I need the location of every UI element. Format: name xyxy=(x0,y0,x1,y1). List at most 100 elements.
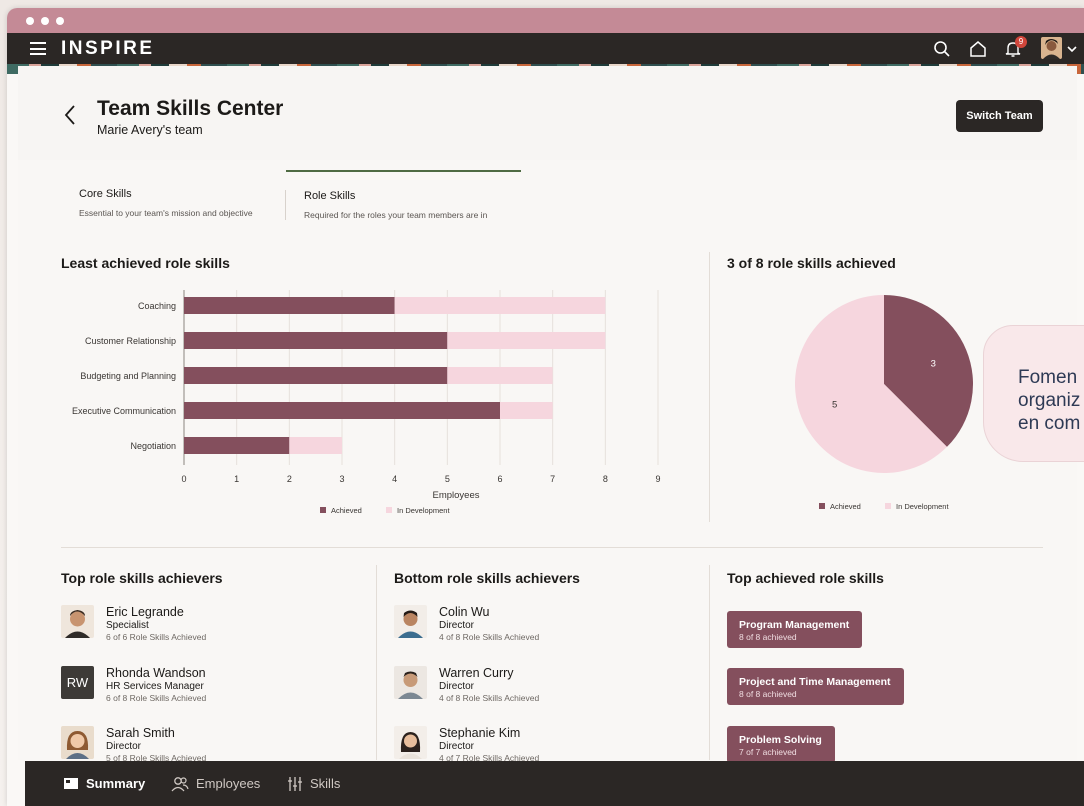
back-arrow-icon[interactable] xyxy=(63,103,77,127)
person-stat: 6 of 6 Role Skills Achieved xyxy=(106,632,207,642)
x-tick-label: 1 xyxy=(234,474,239,484)
legend-label: In Development xyxy=(397,506,450,515)
skill-stat: 8 of 8 achieved xyxy=(739,632,797,642)
tab-core-skills-label: Core Skills xyxy=(79,188,132,200)
skill-stat: 8 of 8 achieved xyxy=(739,689,797,699)
bar-in-development xyxy=(500,402,553,419)
least-achieved-bar-chart: 0 1 2 3 4 5 6 7 8 9 Coaching Customer Relationship B… xyxy=(72,290,661,515)
person-role: Director xyxy=(439,620,475,631)
bar-in-development xyxy=(447,332,606,349)
top-skills-title: Top achieved role skills xyxy=(727,570,884,586)
person-name: Colin Wu xyxy=(439,605,490,619)
main-content: Team Skills Center Marie Avery's team Sw… xyxy=(18,66,1077,763)
x-tick-label: 0 xyxy=(181,474,186,484)
skill-chip[interactable]: Program Management 8 of 8 achieved xyxy=(727,611,863,648)
category-label: Executive Communication xyxy=(72,406,176,416)
category-label: Budgeting and Planning xyxy=(80,371,176,381)
pie-value-label: 3 xyxy=(931,359,936,370)
list-divider-1 xyxy=(376,565,377,760)
bar-achieved xyxy=(184,437,290,454)
nav-summary[interactable]: Summary xyxy=(63,761,145,806)
legend-label: Achieved xyxy=(331,506,362,515)
section-divider xyxy=(61,547,1043,548)
window-dot-minimize[interactable] xyxy=(41,16,49,25)
window-titlebar xyxy=(7,8,1084,33)
bar-achieved xyxy=(184,402,500,419)
chevron-down-icon[interactable] xyxy=(1066,39,1078,59)
tab-role-skills-desc: Required for the roles your team members… xyxy=(304,210,488,220)
person-stat: 4 of 8 Role Skills Achieved xyxy=(439,693,540,703)
callout-bubble: Fomen organiz en com xyxy=(983,325,1084,462)
category-label: Customer Relationship xyxy=(85,336,176,346)
window-dot-close[interactable] xyxy=(26,16,34,25)
app-header: INSPIRE 9 xyxy=(7,33,1084,64)
person-name: Rhonda Wandson xyxy=(106,666,206,680)
home-icon[interactable] xyxy=(968,39,988,59)
bar-chart-title: Least achieved role skills xyxy=(61,255,230,271)
window-dot-maximize[interactable] xyxy=(56,16,64,25)
person-stat: 4 of 8 Role Skills Achieved xyxy=(439,632,540,642)
bar-in-development xyxy=(447,367,553,384)
hamburger-menu-icon[interactable] xyxy=(30,42,46,55)
skill-name: Program Management xyxy=(739,619,850,631)
tab-core-skills-desc: Essential to your team's mission and obj… xyxy=(79,208,253,218)
skill-name: Project and Time Management xyxy=(739,676,891,688)
avatar: RW xyxy=(61,666,94,699)
avatar xyxy=(394,666,427,699)
x-tick-label: 5 xyxy=(445,474,450,484)
skill-chip[interactable]: Problem Solving 7 of 7 achieved xyxy=(727,726,835,763)
x-tick-label: 7 xyxy=(550,474,555,484)
tab-role-skills[interactable]: Role Skills Required for the roles your … xyxy=(286,170,521,222)
avatar xyxy=(61,605,94,638)
switch-team-button[interactable]: Switch Team xyxy=(956,100,1043,132)
brand-logo: INSPIRE xyxy=(61,38,155,59)
pie-chart-title: 3 of 8 role skills achieved xyxy=(727,255,896,271)
person-role: Director xyxy=(439,681,475,692)
person-role: Specialist xyxy=(106,620,149,631)
callout-line: Fomen xyxy=(1018,367,1078,388)
bar-achieved xyxy=(184,367,448,384)
callout-line: organiz xyxy=(1018,390,1081,411)
nav-skills[interactable]: Skills xyxy=(287,761,340,806)
people-icon xyxy=(171,776,189,791)
person-name: Warren Curry xyxy=(439,666,514,680)
person-role: Director xyxy=(106,741,142,752)
sliders-icon xyxy=(288,776,302,791)
person-name: Sarah Smith xyxy=(106,726,175,740)
nav-summary-label: Summary xyxy=(86,776,146,791)
pie-value-label: 5 xyxy=(832,399,837,410)
legend-swatch xyxy=(819,503,825,509)
legend-label: Achieved xyxy=(830,502,861,511)
notification-badge: 9 xyxy=(1015,36,1027,48)
x-tick-label: 3 xyxy=(339,474,344,484)
category-label: Negotiation xyxy=(130,441,176,451)
bar-in-development xyxy=(394,297,606,314)
user-avatar[interactable] xyxy=(1041,37,1062,59)
x-tick-label: 6 xyxy=(497,474,502,484)
x-axis-label: Employees xyxy=(433,490,480,501)
category-label: Coaching xyxy=(138,301,176,311)
tab-core-skills[interactable]: Core Skills Essential to your team's mis… xyxy=(79,170,284,222)
bar-achieved xyxy=(184,297,395,314)
avatar xyxy=(61,726,94,759)
nav-employees-label: Employees xyxy=(196,776,261,791)
person-role: HR Services Manager xyxy=(106,681,204,692)
legend-swatch xyxy=(885,503,891,509)
person-stat: 6 of 8 Role Skills Achieved xyxy=(106,693,207,703)
tab-role-skills-label: Role Skills xyxy=(304,190,356,202)
chart-divider xyxy=(709,252,710,522)
legend-swatch xyxy=(320,507,326,513)
search-icon[interactable] xyxy=(932,39,952,59)
bar-in-development xyxy=(289,437,342,454)
legend-swatch xyxy=(386,507,392,513)
skill-chip[interactable]: Project and Time Management 8 of 8 achie… xyxy=(727,668,904,705)
nav-employees[interactable]: Employees xyxy=(171,761,260,806)
list-divider-2 xyxy=(709,565,710,760)
x-tick-label: 9 xyxy=(655,474,660,484)
avatar xyxy=(394,605,427,638)
page-subtitle: Marie Avery's team xyxy=(97,123,203,137)
avatar xyxy=(394,726,427,759)
skills-card: Core Skills Essential to your team's mis… xyxy=(18,160,1077,763)
skill-name: Problem Solving xyxy=(739,734,822,746)
x-tick-label: 2 xyxy=(287,474,292,484)
